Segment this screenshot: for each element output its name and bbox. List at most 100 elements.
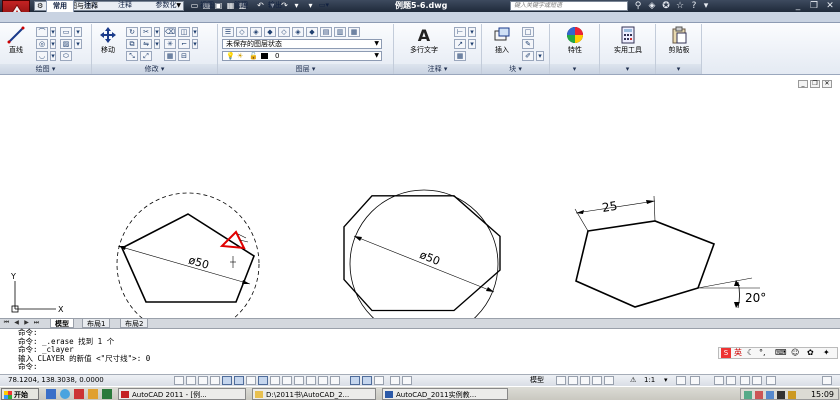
edit-block-icon[interactable]: ✎ [522,39,534,49]
zoom-icon[interactable] [580,376,590,385]
annotation-monitor-toggle[interactable] [374,376,384,385]
taskbar-item-folder[interactable]: D:\2011书\AutoCAD_2... [252,388,376,400]
insert-block-button[interactable]: 插入 [486,26,518,55]
panel-properties-dropdown[interactable]: ▾ [550,64,599,74]
tab-output[interactable]: 输出 [262,0,288,11]
panel-block-title[interactable]: 块 ▾ [482,64,549,74]
tab-view[interactable]: 视图 [194,0,220,11]
ime-toolbar[interactable]: S 英 ☾ °, ⌨ ☺ ✿ ✦ [718,347,838,359]
layer-tool-icon[interactable]: ◆ [264,27,276,37]
create-block-icon[interactable]: □ [522,27,534,37]
infer-constraints-toggle[interactable] [174,376,184,385]
properties-button[interactable]: 特性 [554,26,596,55]
chevron-down-icon[interactable]: ▾ [468,27,476,37]
steering-wheel-icon[interactable] [592,376,602,385]
layer-tool-icon[interactable]: ▦ [348,27,360,37]
quick-properties-toggle[interactable] [318,376,328,385]
show-desktop-icon[interactable] [46,389,56,399]
fillet-icon[interactable]: ⌐ [178,39,190,49]
favorites-icon[interactable]: ☆ [674,0,686,12]
chevron-down-icon[interactable]: ▾ [50,27,56,37]
taskbar-item-document[interactable]: AutoCAD_2011实例教... [382,388,508,400]
start-button[interactable]: 开始 [1,388,39,400]
communication-center-icon[interactable]: ✪ [660,0,672,12]
viewport-restore-icon[interactable]: ❐ [810,80,820,88]
polar-tracking-toggle[interactable] [222,376,232,385]
close-icon[interactable]: ✕ [824,0,836,12]
stretch-icon[interactable]: ⤡ [126,51,138,61]
hardware-acceleration-icon[interactable] [740,376,750,385]
layer-select[interactable]: 💡 ☀ 🔓 0 ▼ [222,51,382,61]
arc-icon[interactable]: ◡ [36,51,48,61]
annotation-visibility-icon[interactable] [676,376,686,385]
hatch-icon[interactable]: ▨ [60,39,72,49]
layer-tool-icon[interactable]: ◇ [278,27,290,37]
object-snap-tracking-toggle[interactable] [258,376,268,385]
trim-icon[interactable]: ✂ [140,27,152,37]
ortho-mode-toggle[interactable] [210,376,220,385]
workspace-switching-icon[interactable] [714,376,724,385]
subscription-center-icon[interactable]: ◈ [646,0,658,12]
redo-dropdown-icon[interactable]: ▾ [292,1,301,10]
layer-tool-icon[interactable]: ◈ [292,27,304,37]
pan-icon[interactable] [568,376,578,385]
edit-attribute-icon[interactable]: ✐ [522,51,534,61]
layer-properties-icon[interactable]: ☰ [222,27,234,37]
multileader-icon[interactable]: ↗ [454,39,466,49]
lock-icon[interactable] [726,376,736,385]
showmotion-icon[interactable] [604,376,614,385]
panel-modify-title[interactable]: 修改 ▾ [92,64,217,74]
browser-icon[interactable] [60,389,70,399]
array-icon[interactable]: ▦ [164,51,176,61]
app-quicklaunch-icon[interactable] [88,389,98,399]
drawing-canvas[interactable]: ø50 ø50 25 20° Y X [0,76,840,339]
layout-tab-model[interactable]: 模型 [50,318,74,328]
chevron-down-icon[interactable]: ▾ [50,51,56,61]
layout-tab-layout1[interactable]: 布局1 [82,318,111,328]
object-snap-toggle[interactable] [234,376,244,385]
panel-draw-title[interactable]: 绘图 ▾ [0,64,91,74]
tab-home[interactable]: 常用 [46,0,74,12]
chevron-down-icon[interactable]: ▾ [664,375,668,386]
polyline-icon[interactable]: ⌒ [36,27,48,37]
rectangle-icon[interactable]: ▭ [60,27,72,37]
tray-volume-icon[interactable] [766,391,774,399]
minimize-icon[interactable]: _ [792,0,804,12]
selection-cycling-toggle[interactable] [330,376,340,385]
chevron-down-icon[interactable]: ▾ [468,39,476,49]
chevron-down-icon[interactable]: ▾ [74,27,82,37]
layer-tool-icon[interactable]: ◇ [236,27,248,37]
tray-app-icon[interactable] [777,391,785,399]
command-line[interactable]: 命令: 命令: _.erase 找到 1 个 命令: _clayer 输入 CL… [0,328,840,374]
layer-tool-icon[interactable]: ▥ [334,27,346,37]
tray-app-icon[interactable] [788,391,796,399]
linear-dimension-icon[interactable]: ⊢ [454,27,466,37]
mtext-button[interactable]: A 多行文字 [398,26,450,55]
lineweight-toggle[interactable] [294,376,304,385]
taskbar-item-autocad[interactable]: AutoCAD 2011 - [例... [118,388,246,400]
grid-icon[interactable] [350,376,360,385]
copy-icon[interactable]: ⧉ [126,39,138,49]
transparency-toggle[interactable] [306,376,316,385]
explode-icon[interactable]: ✳ [164,39,176,49]
viewport-close-icon[interactable]: ✕ [822,80,832,88]
table-icon[interactable]: ▦ [454,51,466,61]
model-space-toggle[interactable] [390,376,400,385]
offset-icon[interactable]: ◫ [178,27,190,37]
tray-security-icon[interactable] [755,391,763,399]
chevron-down-icon[interactable]: ▾ [154,27,160,37]
tab-insert[interactable]: 插入 [78,0,104,11]
3d-object-snap-toggle[interactable] [246,376,256,385]
autocad-quicklaunch-icon[interactable] [74,389,84,399]
quick-view-drawings-icon[interactable] [556,376,566,385]
move-button[interactable]: 移动 [94,26,122,55]
help-dropdown-icon[interactable]: ▾ [700,0,712,12]
layer-tool-icon[interactable]: ◆ [306,27,318,37]
utilities-button[interactable]: 实用工具 [602,26,654,55]
tab-parametric[interactable]: 参数化 [146,0,186,11]
layer-state-select[interactable]: 未保存的图层状态 ▼ [222,39,382,49]
grid-display-toggle[interactable] [198,376,208,385]
ellipse-icon[interactable]: ⬭ [60,51,72,61]
quick-view-layouts-toggle[interactable] [402,376,412,385]
chevron-down-icon[interactable]: ▾ [192,39,198,49]
